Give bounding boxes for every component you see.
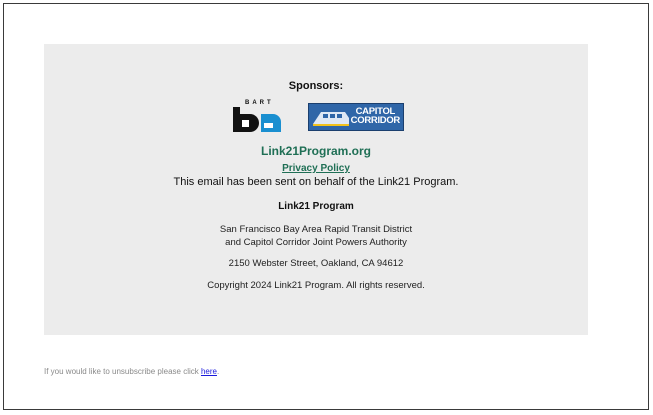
capitol-corridor-text: CAPITOL CORRIDOR <box>350 107 401 126</box>
corridor-text: CORRIDOR <box>350 115 401 126</box>
sponsors-heading: Sponsors: <box>288 80 344 92</box>
train-icon <box>313 112 349 126</box>
copyright: Copyright 2024 Link21 Program. All right… <box>207 280 425 291</box>
bart-logo-mark <box>233 107 281 132</box>
site-link[interactable]: Link21Program.org <box>44 144 588 158</box>
unsubscribe-link[interactable]: here <box>201 367 217 376</box>
org-name: Link21 Program <box>278 201 354 212</box>
org-line-2: and Capitol Corridor Joint Powers Author… <box>225 237 407 248</box>
bart-logo-icon[interactable]: BART <box>231 100 283 132</box>
footer-panel: Sponsors: BART CAPITOL CORRIDOR Link21Pr… <box>44 44 588 335</box>
org-line-1: San Francisco Bay Area Rapid Transit Dis… <box>219 224 413 235</box>
sponsor-logos: BART CAPITOL CORRIDOR <box>44 100 588 132</box>
address: 2150 Webster Street, Oakland, CA 94612 <box>228 258 404 269</box>
unsubscribe-line: If you would like to unsubscribe please … <box>44 367 219 376</box>
capitol-corridor-logo-icon[interactable]: CAPITOL CORRIDOR <box>308 103 404 131</box>
bart-logo-text: BART <box>245 100 274 106</box>
unsubscribe-text: If you would like to unsubscribe please … <box>44 367 201 376</box>
privacy-policy-link[interactable]: Privacy Policy <box>44 163 588 174</box>
behalf-text: This email has been sent on behalf of th… <box>173 176 459 188</box>
email-frame: Sponsors: BART CAPITOL CORRIDOR Link21Pr… <box>3 3 649 410</box>
unsubscribe-trailing: . <box>216 367 220 376</box>
